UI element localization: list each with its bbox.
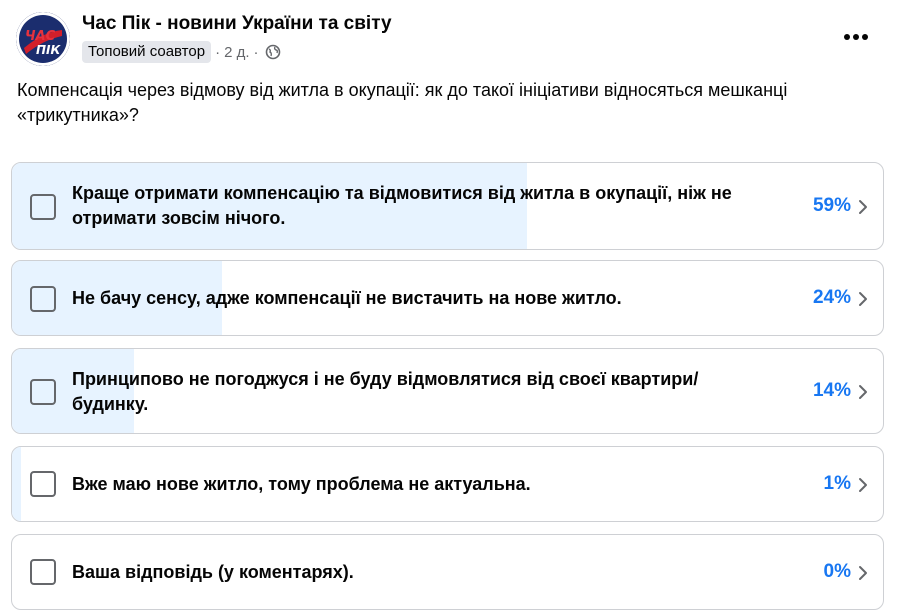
poll-option-percent: 59%: [812, 195, 851, 216]
poll-option-label: Принципово не погоджуся і не буду відмов…: [72, 369, 699, 414]
poll-option-label: Краще отримати компенсацію та відмовитис…: [72, 183, 732, 228]
chevron-right-icon[interactable]: [857, 198, 869, 216]
avatar[interactable]: ЧАС ПІК: [16, 12, 70, 66]
poll-option-percent: 1%: [823, 473, 851, 494]
poll-option[interactable]: Ваша відповідь (у коментарях). 0%: [11, 534, 884, 610]
poll-option[interactable]: Принципово не погоджуся і не буду відмов…: [11, 348, 884, 434]
globe-icon[interactable]: [265, 44, 281, 60]
avatar-text-bottom: ПІК: [36, 43, 62, 57]
poll-checkbox[interactable]: [30, 379, 56, 405]
poll-option-percent: 0%: [823, 561, 851, 582]
separator: ·: [253, 43, 259, 61]
avatar-text-top: ЧАС: [25, 29, 56, 44]
more-icon[interactable]: [844, 32, 868, 42]
chevron-right-icon[interactable]: [857, 564, 869, 582]
poll-option[interactable]: Краще отримати компенсацію та відмовитис…: [11, 162, 884, 250]
post-timestamp[interactable]: 2 д.: [224, 44, 249, 61]
post-meta: Топовий соавтор · 2 д. ·: [82, 40, 281, 64]
poll-option-label: Не бачу сенсу, адже компенсації не виста…: [72, 288, 622, 308]
top-contributor-badge[interactable]: Топовий соавтор: [82, 41, 212, 63]
chevron-right-icon[interactable]: [857, 383, 869, 401]
poll-option-percent: 14%: [812, 380, 851, 401]
poll-option-label: Ваша відповідь (у коментарях).: [72, 562, 354, 582]
poll-option[interactable]: Не бачу сенсу, адже компенсації не виста…: [11, 260, 884, 336]
poll-checkbox[interactable]: [30, 559, 56, 585]
poll-option-label: Вже маю нове житло, тому проблема не акт…: [72, 474, 531, 494]
poll-checkbox[interactable]: [30, 286, 56, 312]
poll-option-percent: 24%: [812, 287, 851, 308]
poll-checkbox[interactable]: [30, 471, 56, 497]
poll-checkbox[interactable]: [30, 194, 56, 220]
poll-option[interactable]: Вже маю нове житло, тому проблема не акт…: [11, 446, 884, 522]
chevron-right-icon[interactable]: [857, 476, 869, 494]
separator: ·: [215, 43, 221, 61]
post-header: ЧАС ПІК Час Пік - новини України та світ…: [16, 10, 884, 66]
post-question: Компенсація через відмову від житла в ок…: [17, 80, 788, 125]
poll-option-fill: [12, 447, 21, 521]
chevron-right-icon[interactable]: [857, 290, 869, 308]
page-name-link[interactable]: Час Пік - новини України та світу: [82, 13, 392, 35]
